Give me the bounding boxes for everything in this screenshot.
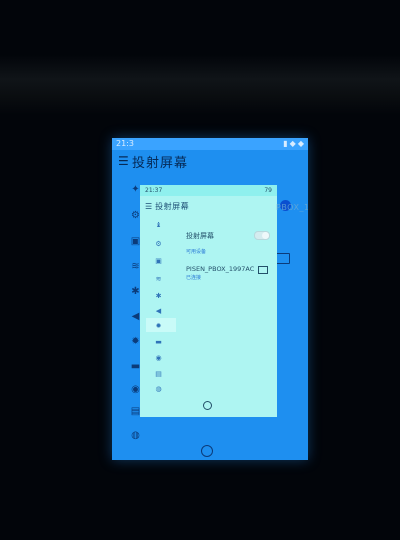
location-icon[interactable]: ◉ <box>154 354 163 363</box>
ghost-device-text: PBOX_1997AC <box>276 203 308 212</box>
shirt-icon[interactable]: ♝ <box>154 221 163 230</box>
globe-icon: ◍ <box>131 430 140 441</box>
outer-status-bar: 21:3 ▮◆◆ <box>112 138 308 150</box>
lock-icon[interactable]: ▤ <box>154 370 163 379</box>
outer-status-icons: ▮◆◆ <box>283 139 306 148</box>
volume-icon[interactable]: ◀ <box>154 307 163 316</box>
inner-mirrored-screen: 21:37 79 ☰ 投射屏幕 ♝ ⚙ ▣ ≋ ✱ ◀ ✹ ▬ ◉ ▤ ◍ 投射… <box>140 185 277 417</box>
outer-header: ☰ 投射屏幕 <box>112 152 308 171</box>
inner-home-button[interactable] <box>203 401 212 410</box>
globe-icon[interactable]: ◍ <box>154 385 163 394</box>
inner-menu-icon[interactable]: ☰ <box>145 202 152 211</box>
outer-page-title: 投射屏幕 <box>132 155 189 171</box>
device-status: 已连接 <box>186 275 202 281</box>
menu-icon[interactable]: ☰ <box>118 154 129 168</box>
inner-status-bar: 21:37 79 <box>140 185 277 196</box>
bluetooth-icon[interactable]: ✱ <box>154 292 163 301</box>
device-name[interactable]: PISEN_PBOX_1997AC <box>186 265 254 273</box>
inner-header: ☰ 投射屏幕 <box>140 199 277 213</box>
gear-icon[interactable]: ⚙ <box>154 240 163 249</box>
cast-screen-label: 投射屏幕 <box>186 232 214 240</box>
home-button[interactable] <box>201 445 213 457</box>
inner-status-battery: 79 <box>264 187 272 194</box>
background-glare <box>0 55 400 115</box>
monitor-icon[interactable]: ▣ <box>154 257 163 266</box>
brightness-icon[interactable]: ✹ <box>154 322 163 331</box>
outer-phone-screen: 21:3 ▮◆◆ ☰ 投射屏幕 ✦ ⚙ ▣ ≋ ✱ ◀ ✹ ▬ ◉ ▤ ◍ 21… <box>112 138 308 460</box>
battery-icon[interactable]: ▬ <box>154 338 163 347</box>
outer-cast-icon[interactable] <box>276 253 290 264</box>
outer-status-time: 21:3 <box>116 139 134 148</box>
inner-page-title: 投射屏幕 <box>155 201 190 211</box>
available-devices-label: 可用设备 <box>186 249 207 255</box>
cast-screen-toggle[interactable] <box>254 231 270 240</box>
inner-status-time: 21:37 <box>145 187 163 194</box>
cast-icon[interactable] <box>258 266 268 274</box>
wifi-icon[interactable]: ≋ <box>154 275 163 284</box>
